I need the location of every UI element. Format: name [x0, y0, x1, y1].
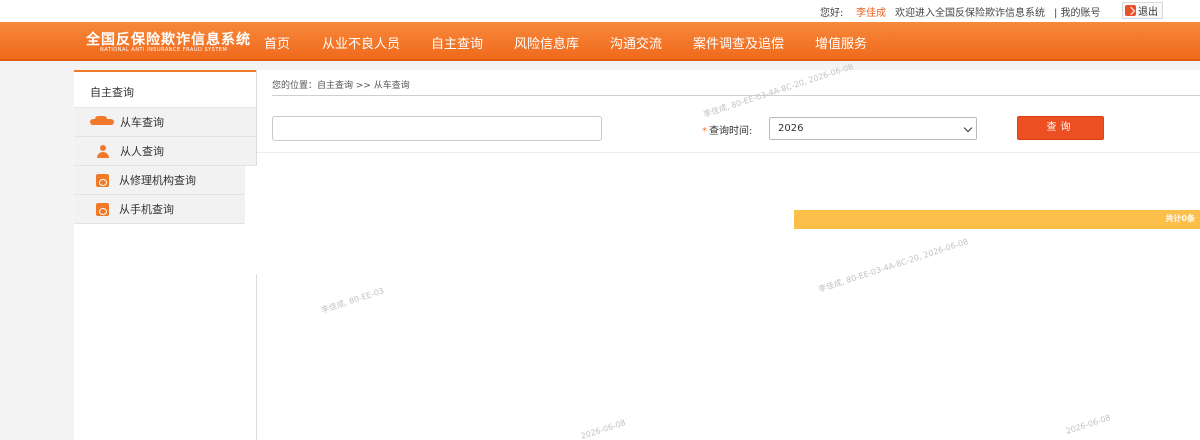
nav-item-communication[interactable]: 沟通交流	[610, 33, 662, 52]
sidebar-item-vehicle-query[interactable]: 从车查询	[74, 108, 256, 137]
chevron-down-icon	[963, 123, 973, 133]
car-icon	[90, 116, 114, 128]
main-navbar: 全国反保险欺诈信息系统 NATIONAL ANTI INSURANCE FRAU…	[0, 22, 1200, 61]
nav-item-bad-personnel[interactable]: 从业不良人员	[322, 33, 400, 52]
sidebar-item-person-query[interactable]: 从人查询	[74, 137, 256, 166]
sidebar-item-label: 从人查询	[120, 145, 164, 158]
form-divider	[257, 152, 1200, 153]
sidebar: 自主查询 从车查询 从人查询 从修理机构查询 从手机查询	[74, 70, 257, 440]
sidebar-header: 自主查询	[74, 70, 256, 108]
nav-item-case-investigation[interactable]: 案件调查及追偿	[693, 33, 784, 52]
greeting-text: 您好:	[820, 8, 844, 19]
logout-label: 退出	[1138, 7, 1158, 18]
my-account-link[interactable]: | 我的账号	[1054, 4, 1101, 19]
welcome-text: 欢迎进入全国反保险欺诈信息系统	[895, 8, 1045, 19]
nav-item-self-query[interactable]: 自主查询	[431, 33, 483, 52]
result-count: 共计0条	[1165, 214, 1195, 223]
person-icon	[96, 144, 110, 158]
nav-item-value-added[interactable]: 增值服务	[815, 33, 867, 52]
breadcrumb: 您的位置：自主查询 >> 从车查询	[272, 81, 410, 91]
sidebar-item-label: 从修理机构查询	[119, 174, 196, 187]
sidebar-item-phone-query[interactable]: 从手机查询	[74, 195, 256, 224]
document-icon	[96, 202, 109, 216]
nav-item-risk-database[interactable]: 风险信息库	[514, 33, 579, 52]
logout-button[interactable]: 退出	[1122, 2, 1163, 19]
query-year-select[interactable]: 2026	[769, 117, 977, 140]
required-mark: *	[702, 126, 707, 137]
logo-title-cn: 全国反保险欺诈信息系统	[86, 32, 251, 48]
query-time-label: * 查询时间:	[702, 122, 752, 137]
sidebar-item-label: 从手机查询	[119, 203, 174, 216]
logo-title-en: NATIONAL ANTI INSURANCE FRAUD SYSTEM	[100, 47, 228, 53]
redaction-block	[245, 166, 794, 274]
plate-search-input[interactable]	[272, 116, 602, 141]
query-time-text: 查询时间:	[709, 126, 753, 137]
site-logo[interactable]: 全国反保险欺诈信息系统 NATIONAL ANTI INSURANCE FRAU…	[70, 22, 250, 61]
query-button[interactable]: 查询	[1017, 116, 1104, 140]
sidebar-item-label: 从车查询	[120, 116, 164, 129]
top-utility-bar: 您好: 李佳成 欢迎进入全国反保险欺诈信息系统 | 我的账号 退出	[0, 0, 1200, 22]
query-year-value: 2026	[778, 123, 804, 134]
logout-icon	[1125, 5, 1136, 16]
document-icon	[96, 173, 109, 187]
sidebar-item-repair-shop-query[interactable]: 从修理机构查询	[74, 166, 256, 195]
user-name-link[interactable]: 李佳成	[856, 4, 886, 19]
breadcrumb-divider	[272, 95, 1200, 96]
nav-item-home[interactable]: 首页	[264, 33, 290, 52]
